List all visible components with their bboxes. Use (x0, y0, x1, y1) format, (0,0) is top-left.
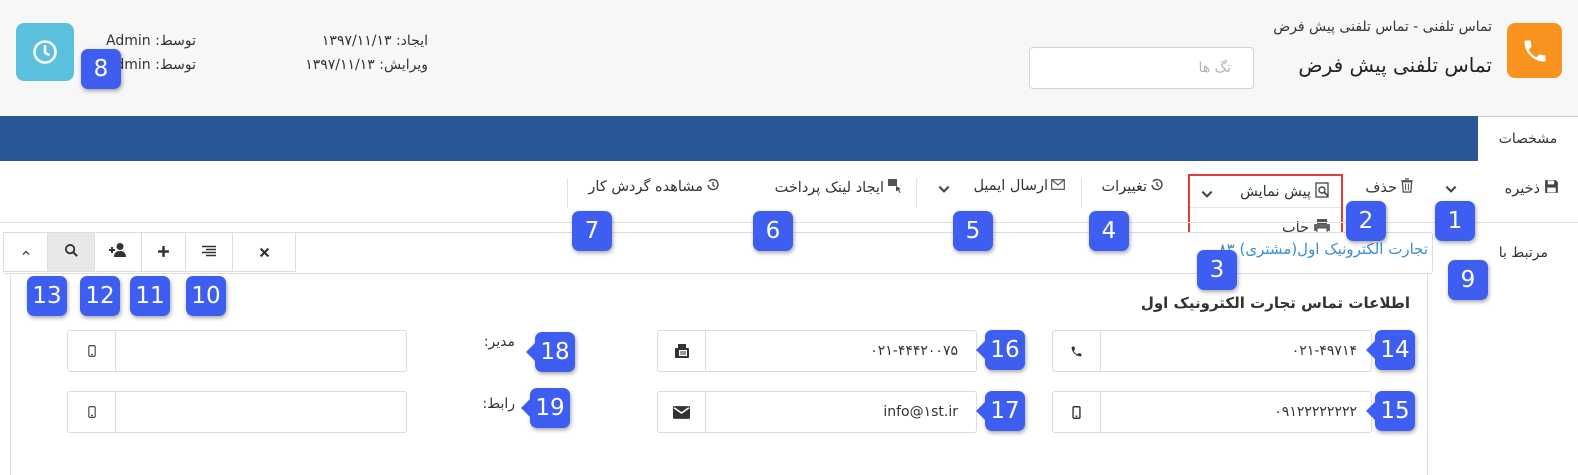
preview-icon (1315, 182, 1331, 202)
add-contact-button[interactable] (94, 232, 142, 272)
annotation-badge: 10 (186, 276, 226, 316)
save-button[interactable]: ذخیره (1505, 178, 1560, 199)
mobile-field[interactable]: ۰۹۱۲۲۲۲۲۲۲۲ (1052, 391, 1372, 433)
created-by: توسط: Admin (106, 33, 196, 49)
annotation-badge: 8 (81, 49, 121, 89)
mobile-value: ۰۹۱۲۲۲۲۲۲۲۲ (1274, 404, 1357, 420)
fax-field[interactable]: ۰۲۱-۴۴۴۲۰۰۷۵ (657, 330, 977, 372)
divider (1081, 178, 1082, 208)
collapse-button[interactable] (3, 232, 48, 272)
phone-field[interactable]: ۰۲۱-۴۹۷۱۴ (1052, 330, 1372, 372)
preview-button[interactable]: پیش نمایش (1240, 182, 1331, 202)
annotation-badge: 2 (1346, 201, 1386, 241)
plus-icon (157, 243, 170, 262)
annotation-badge: 11 (130, 276, 170, 316)
clock-icon[interactable] (16, 23, 74, 81)
annotation-badge: 9 (1448, 260, 1488, 300)
related-record-link[interactable]: تجارت الکترونیک اول(مشتری) ۸۳ (1219, 240, 1428, 258)
envelope-icon (1051, 178, 1065, 194)
edited-date: ویرایش: ۱۳۹۷/۱۱/۱۳ (305, 57, 428, 73)
list-button[interactable] (185, 232, 233, 272)
annotation-badge: 18 (526, 332, 575, 372)
divider (567, 178, 568, 208)
related-button-group (3, 232, 296, 274)
tags-input[interactable] (1029, 47, 1254, 89)
annotation-badge: 3 (1197, 250, 1237, 290)
workflow-icon (706, 178, 720, 196)
add-contact-icon (108, 242, 128, 262)
chevron-down-icon[interactable] (1444, 182, 1458, 196)
annotation-badge: 6 (753, 211, 793, 251)
annotation-badge: 13 (27, 276, 67, 316)
send-email-button[interactable]: ارسال ایمیل (973, 178, 1065, 194)
breadcrumb: تماس تلفنی - تماس تلفنی پیش فرض (1273, 19, 1492, 35)
annotation-badge: 15 (1366, 391, 1415, 431)
add-button[interactable] (141, 232, 186, 272)
divider (916, 178, 917, 208)
delete-label: حذف (1365, 179, 1397, 196)
phone-icon (1507, 23, 1562, 78)
annotation-badge: 17 (976, 391, 1025, 431)
liaison-mobile-field[interactable] (67, 391, 407, 433)
contact-section-title: اطلاعات تماس تجارت الکترونیک اول (1140, 294, 1410, 312)
related-label: مرتبط با (1498, 245, 1548, 261)
mobile-icon (68, 331, 116, 371)
save-label: ذخیره (1504, 180, 1540, 197)
mobile-icon (1053, 392, 1101, 432)
annotation-badge: 16 (976, 330, 1025, 370)
fax-value: ۰۲۱-۴۴۴۲۰۰۷۵ (870, 343, 958, 359)
annotation-badge: 12 (80, 276, 120, 316)
chevron-down-icon[interactable] (1200, 186, 1214, 205)
email-value: info@۱st.ir (883, 404, 958, 420)
history-icon (1150, 178, 1164, 196)
view-workflow-button[interactable]: مشاهده گردش کار (588, 178, 720, 196)
annotation-badge: 4 (1089, 211, 1129, 251)
manager-label: مدیر: (483, 334, 515, 350)
trash-icon (1400, 178, 1414, 197)
chevron-down-icon[interactable] (937, 182, 951, 196)
send-email-label: ارسال ایمیل (973, 178, 1048, 194)
create-payment-link-button[interactable]: ایجاد لینک پرداخت (775, 178, 903, 197)
nav-bar (0, 116, 1578, 161)
annotation-badge: 19 (521, 388, 570, 428)
email-field[interactable]: info@۱st.ir (657, 391, 977, 433)
annotation-badge: 7 (572, 211, 612, 251)
clear-button[interactable] (232, 232, 296, 272)
search-button[interactable] (47, 232, 95, 272)
close-icon (259, 243, 270, 262)
manager-mobile-field[interactable] (67, 330, 407, 372)
payment-link-label: ایجاد لینک پرداخت (774, 179, 884, 196)
phone-icon (1053, 331, 1101, 371)
liaison-label: رابط: (482, 396, 515, 412)
changes-label: تغییرات (1101, 179, 1147, 195)
fax-icon (658, 331, 706, 371)
envelope-icon (658, 392, 706, 432)
annotation-badge: 14 (1366, 330, 1415, 370)
created-date: ایجاد: ۱۳۹۷/۱۱/۱۳ (321, 33, 428, 49)
divider (1190, 207, 1341, 208)
tab-details[interactable]: مشخصات (1478, 116, 1578, 161)
list-icon (201, 243, 217, 262)
payment-link-icon (887, 178, 903, 197)
delete-button[interactable]: حذف (1365, 178, 1414, 197)
floppy-icon (1543, 178, 1560, 199)
annotation-badge: 5 (953, 211, 993, 251)
view-workflow-label: مشاهده گردش کار (588, 179, 703, 195)
search-icon (64, 243, 79, 262)
preview-label: پیش نمایش (1240, 184, 1311, 200)
phone-value: ۰۲۱-۴۹۷۱۴ (1291, 343, 1357, 359)
page-title: تماس تلفنی پیش فرض (1298, 53, 1492, 77)
chevron-up-icon (21, 243, 31, 262)
mobile-icon (68, 392, 116, 432)
annotation-badge: 1 (1435, 201, 1475, 241)
changes-button[interactable]: تغییرات (1102, 178, 1164, 196)
